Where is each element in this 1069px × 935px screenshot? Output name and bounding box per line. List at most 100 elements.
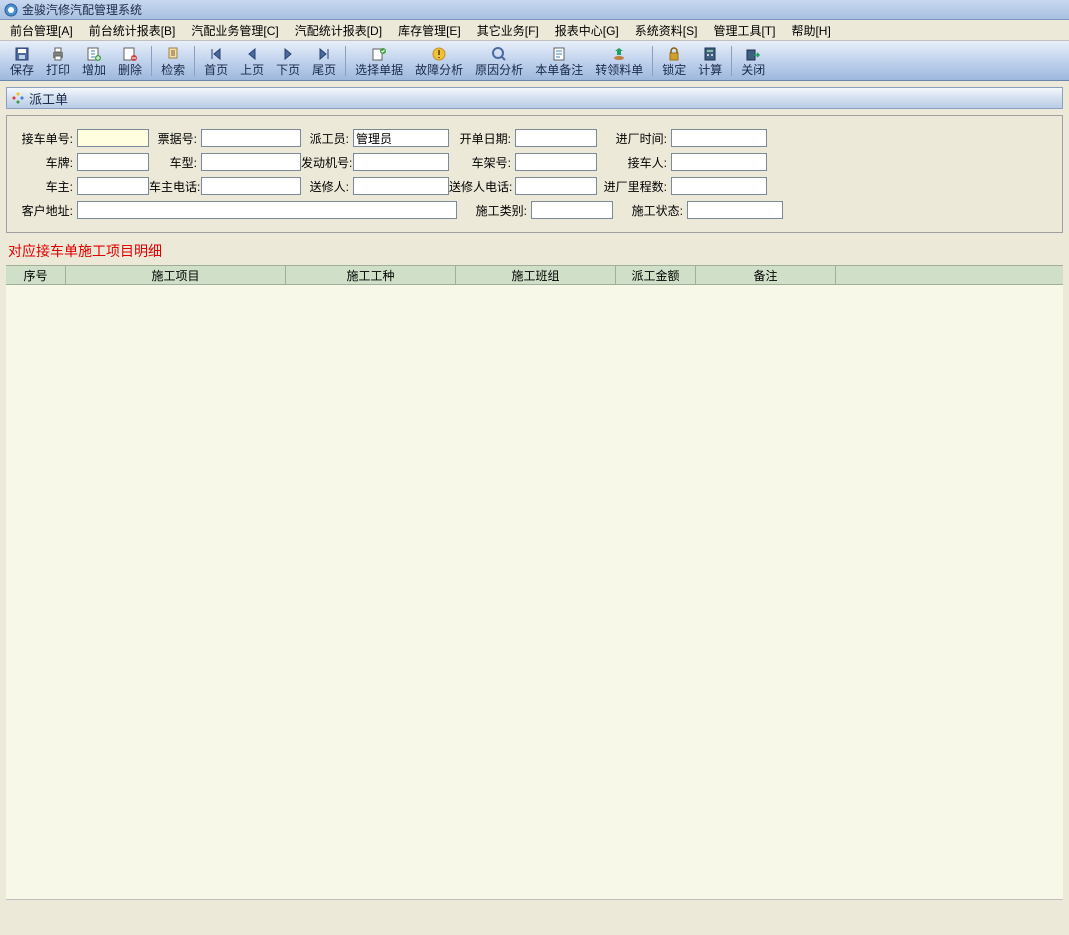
menu-tools[interactable]: 管理工具[T]	[705, 20, 783, 41]
calc-icon	[702, 45, 718, 63]
input-sender-phone[interactable]	[515, 177, 597, 195]
add-icon	[86, 45, 102, 63]
input-plate[interactable]	[77, 153, 149, 171]
first-page-button[interactable]: 首页	[198, 43, 234, 79]
label-owner: 车主:	[15, 178, 77, 195]
input-sender[interactable]	[353, 177, 449, 195]
app-icon	[4, 3, 18, 17]
input-engine-no[interactable]	[353, 153, 449, 171]
window-title: 金骏汽修汽配管理系统	[22, 1, 142, 18]
prev-icon	[244, 45, 260, 63]
input-work-status[interactable]	[687, 201, 783, 219]
input-open-date[interactable]	[515, 129, 597, 147]
input-receipt-no[interactable]	[77, 129, 149, 147]
input-owner[interactable]	[77, 177, 149, 195]
grid-header: 序号 施工项目 施工工种 施工班组 派工金额 备注	[6, 265, 1063, 285]
label-enter-time: 进厂时间:	[597, 130, 671, 147]
col-remark[interactable]: 备注	[696, 266, 836, 284]
label-receiver: 接车人:	[597, 154, 671, 171]
col-team[interactable]: 施工班组	[456, 266, 616, 284]
print-button[interactable]: 打印	[40, 43, 76, 79]
menu-report-center[interactable]: 报表中心[G]	[547, 20, 627, 41]
col-spacer	[836, 266, 1063, 284]
label-dispatcher: 派工员:	[301, 130, 353, 147]
toolbar-separator	[151, 46, 152, 76]
prev-page-button[interactable]: 上页	[234, 43, 270, 79]
input-model[interactable]	[201, 153, 301, 171]
toolbar-separator	[194, 46, 195, 76]
fault-icon	[431, 45, 447, 63]
toolbar-separator	[731, 46, 732, 76]
panel-title: 派工单	[29, 89, 68, 108]
toolbar: 保存 打印 增加 删除 检索 首页 上页 下页 尾页 选择单据 故障分析	[0, 41, 1069, 81]
calc-button[interactable]: 计算	[692, 43, 728, 79]
close-button[interactable]: 关闭	[735, 43, 771, 79]
menu-other[interactable]: 其它业务[F]	[469, 20, 547, 41]
input-ticket-no[interactable]	[201, 129, 301, 147]
search-icon	[165, 45, 181, 63]
first-icon	[208, 45, 224, 63]
transfer-icon	[611, 45, 627, 63]
label-address: 客户地址:	[15, 202, 77, 219]
col-amount[interactable]: 派工金额	[616, 266, 696, 284]
workarea: 派工单 接车单号: 票据号: 派工员: 开单日期: 进厂时间: 车牌: 车型: …	[0, 81, 1069, 906]
lock-button[interactable]: 锁定	[656, 43, 692, 79]
panel-header: 派工单	[6, 87, 1063, 109]
input-work-type[interactable]	[531, 201, 613, 219]
label-sender: 送修人:	[301, 178, 353, 195]
col-project[interactable]: 施工项目	[66, 266, 286, 284]
label-work-type: 施工类别:	[457, 202, 531, 219]
next-page-button[interactable]: 下页	[270, 43, 306, 79]
print-icon	[50, 45, 66, 63]
label-receipt-no: 接车单号:	[15, 130, 77, 147]
label-mileage: 进厂里程数:	[597, 178, 671, 195]
col-work-type[interactable]: 施工工种	[286, 266, 456, 284]
form-frame: 接车单号: 票据号: 派工员: 开单日期: 进厂时间: 车牌: 车型: 发动机号…	[6, 115, 1063, 233]
input-owner-phone[interactable]	[201, 177, 301, 195]
transfer-button[interactable]: 转领料单	[589, 43, 649, 79]
label-frame-no: 车架号:	[449, 154, 515, 171]
input-address[interactable]	[77, 201, 457, 219]
input-enter-time[interactable]	[671, 129, 767, 147]
input-dispatcher[interactable]	[353, 129, 449, 147]
next-icon	[280, 45, 296, 63]
label-ticket-no: 票据号:	[149, 130, 201, 147]
menu-parts-reports[interactable]: 汽配统计报表[D]	[287, 20, 390, 41]
grid-body[interactable]	[6, 285, 1063, 900]
order-remark-button[interactable]: 本单备注	[529, 43, 589, 79]
select-order-button[interactable]: 选择单据	[349, 43, 409, 79]
delete-icon	[122, 45, 138, 63]
input-mileage[interactable]	[671, 177, 767, 195]
dispatch-panel: 派工单 接车单号: 票据号: 派工员: 开单日期: 进厂时间: 车牌: 车型: …	[6, 87, 1063, 900]
menu-front-reports[interactable]: 前台统计报表[B]	[81, 20, 184, 41]
col-seq[interactable]: 序号	[6, 266, 66, 284]
menu-parts-business[interactable]: 汽配业务管理[C]	[183, 20, 286, 41]
label-owner-phone: 车主电话:	[149, 178, 201, 195]
last-icon	[316, 45, 332, 63]
add-button[interactable]: 增加	[76, 43, 112, 79]
panel-icon	[11, 91, 25, 105]
label-open-date: 开单日期:	[449, 130, 515, 147]
menu-system[interactable]: 系统资料[S]	[627, 20, 706, 41]
menubar: 前台管理[A] 前台统计报表[B] 汽配业务管理[C] 汽配统计报表[D] 库存…	[0, 20, 1069, 41]
remark-icon	[551, 45, 567, 63]
cause-icon	[491, 45, 507, 63]
delete-button[interactable]: 删除	[112, 43, 148, 79]
label-sender-phone: 送修人电话:	[449, 178, 515, 195]
search-button[interactable]: 检索	[155, 43, 191, 79]
toolbar-separator	[652, 46, 653, 76]
fault-analysis-button[interactable]: 故障分析	[409, 43, 469, 79]
input-frame-no[interactable]	[515, 153, 597, 171]
cause-analysis-button[interactable]: 原因分析	[469, 43, 529, 79]
save-button[interactable]: 保存	[4, 43, 40, 79]
menu-help[interactable]: 帮助[H]	[783, 20, 838, 41]
select-order-icon	[371, 45, 387, 63]
label-work-status: 施工状态:	[613, 202, 687, 219]
menu-inventory[interactable]: 库存管理[E]	[390, 20, 469, 41]
detail-title: 对应接车单施工项目明细	[6, 233, 1063, 265]
last-page-button[interactable]: 尾页	[306, 43, 342, 79]
input-receiver[interactable]	[671, 153, 767, 171]
close-icon	[745, 45, 761, 63]
menu-front[interactable]: 前台管理[A]	[2, 20, 81, 41]
toolbar-separator	[345, 46, 346, 76]
